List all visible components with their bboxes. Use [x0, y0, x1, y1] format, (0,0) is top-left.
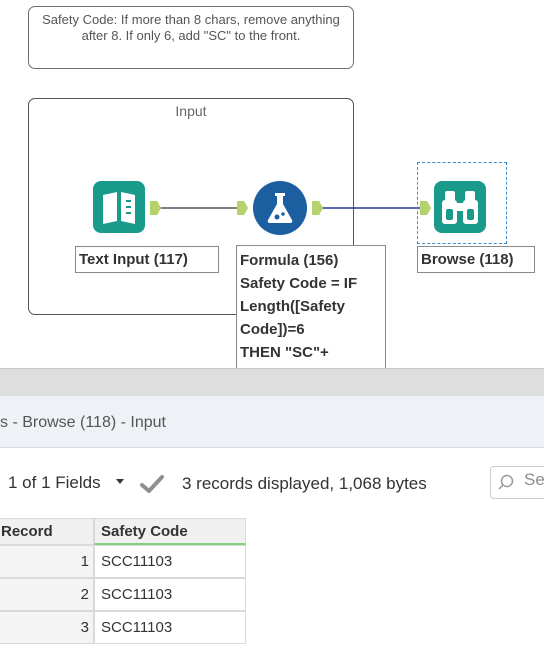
formula-expression-line-2: Length([Safety: [240, 298, 345, 315]
table-cell[interactable]: SCC11103: [94, 578, 246, 611]
browse-tool-icon[interactable]: [432, 179, 488, 235]
pane-splitter[interactable]: [0, 368, 544, 396]
row-number: 1: [0, 545, 94, 578]
table-cell[interactable]: SCC11103: [94, 611, 246, 644]
formula-expression-line-3: Code])=6: [240, 321, 305, 338]
results-title: s - Browse (118) - Input: [0, 414, 166, 431]
formula-annotation[interactable]: Formula (156) Safety Code = IF Length([S…: [236, 245, 386, 368]
column-header-record[interactable]: Record: [0, 518, 94, 545]
search-icon: [497, 473, 515, 491]
text-input-label[interactable]: Text Input (117): [75, 246, 219, 273]
formula-label: Formula (156): [240, 252, 339, 269]
column-header-safety-code[interactable]: Safety Code: [94, 518, 246, 545]
search-placeholder: Se: [524, 470, 544, 489]
formula-tool-icon[interactable]: [252, 180, 308, 236]
records-info: 3 records displayed, 1,068 bytes: [182, 474, 427, 493]
chevron-down-icon[interactable]: [116, 479, 124, 484]
browse-label[interactable]: Browse (118): [417, 246, 535, 273]
table-cell[interactable]: SCC11103: [94, 545, 246, 578]
checkmark-icon[interactable]: [140, 474, 164, 494]
formula-expression-line-1: Safety Code = IF: [240, 275, 358, 292]
row-number: 2: [0, 578, 94, 611]
row-number: 3: [0, 611, 94, 644]
fields-selector[interactable]: 1 of 1 Fields: [8, 473, 101, 493]
formula-expression-line-4: THEN "SC"+: [240, 344, 329, 361]
text-input-tool-icon[interactable]: [91, 179, 147, 235]
workflow-canvas[interactable]: Safety Code: If more than 8 chars, remov…: [0, 0, 544, 368]
